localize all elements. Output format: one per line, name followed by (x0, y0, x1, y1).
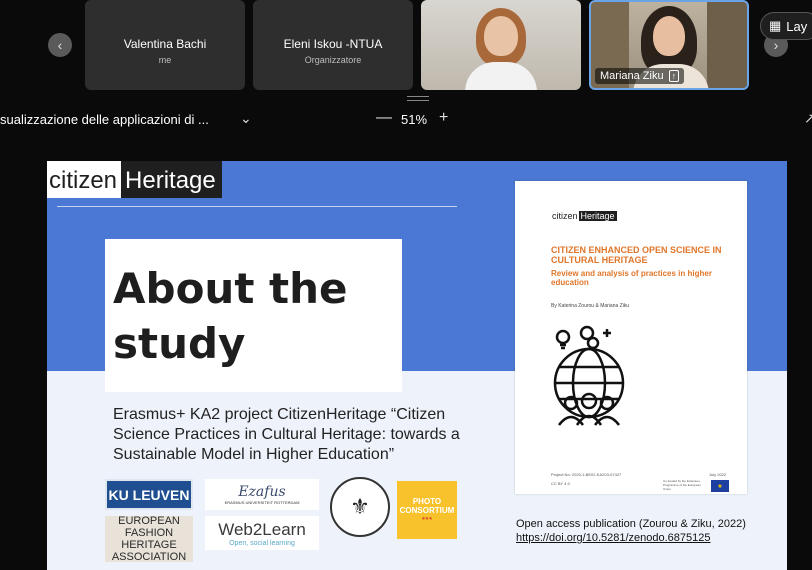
seal-icon: ⚜ (350, 494, 370, 519)
participant-tile-valentina[interactable]: Valentina Bachi me (85, 0, 245, 90)
doc-license: CC BY 4.0 (551, 481, 570, 486)
doc-project-number: Project No: 2020-1-BE02-KA203-07427 (551, 472, 622, 477)
calendar-icon: ▦ (769, 18, 782, 33)
participant-name: Valentina Bachi (123, 37, 207, 51)
participant-role: Organizzatore (304, 55, 362, 65)
layout-button[interactable]: ▦ Lay (760, 12, 812, 40)
efha-logo: EUROPEAN FASHION HERITAGE ASSOCIATION (105, 515, 193, 563)
web2learn-text: Web2Learn (218, 519, 306, 539)
meeting-window: ‹ Valentina Bachi me Eleni Iskou -NTUA O… (0, 0, 812, 570)
erasmus-university-logo: Ezafus ERASMUS UNIVERSITEIT ROTTERDAM (205, 479, 319, 510)
participant-name-label: Mariana Ziku ↑ (595, 68, 685, 84)
divider (57, 206, 457, 207)
doc-logo: citizen Heritage (551, 211, 617, 221)
participant-tile-eleni[interactable]: Eleni Iskou -NTUA Organizzatore (253, 0, 413, 90)
photo-consortium-logo: PHOTO CONSORTIUM ●●● (397, 481, 457, 539)
publication-cover: citizen Heritage CITIZEN ENHANCED OPEN S… (515, 181, 747, 494)
screen-share-icon: ↑ (668, 70, 680, 82)
zoom-out-button[interactable]: — (376, 109, 392, 127)
prev-participants-button[interactable]: ‹ (48, 33, 72, 57)
web2learn-logo: Web2Learn Open, social learning (205, 516, 319, 550)
ku-leuven-text: KU LEUVEN (108, 486, 190, 503)
doi-link[interactable]: https://doi.org/10.5281/zenodo.6875125 (516, 532, 711, 544)
participant-name: Mariana Ziku (600, 70, 664, 82)
dots-icon: ●●● (421, 515, 433, 522)
participant-name: Eleni Iskou -NTUA (283, 37, 383, 51)
chevron-down-icon[interactable]: ⌄ (240, 110, 252, 127)
ku-leuven-logo: KU LEUVEN (105, 479, 193, 510)
zoom-level: 51% (401, 112, 428, 127)
publication-label: Open access publication (Zourou & Ziku, … (516, 518, 746, 530)
web2learn-subtext: Open, social learning (229, 539, 295, 547)
logo-heritage: Heritage (121, 161, 222, 198)
more-icon[interactable]: ↗ (804, 110, 812, 127)
project-description: Erasmus+ KA2 project CitizenHeritage “Ci… (113, 406, 460, 463)
participant-video-tile[interactable] (421, 0, 581, 90)
erasmus-script: Ezafus (238, 484, 286, 500)
doc-logo-heritage: Heritage (578, 211, 617, 221)
shared-content-title: sualizzazione delle applicazioni di ... (0, 112, 209, 127)
photo-consortium-text: PHOTO CONSORTIUM (399, 496, 455, 515)
participant-video (421, 0, 581, 90)
participant-role: me (158, 55, 172, 65)
doc-authors: By Katerina Zourou & Mariana Ziku (551, 303, 630, 309)
citizenheritage-logo: citizen Heritage (47, 161, 222, 198)
efha-text: EUROPEAN FASHION HERITAGE ASSOCIATION (111, 515, 187, 563)
shared-slide: citizen Heritage About the study Erasmus… (47, 161, 787, 570)
globe-people-icon (553, 325, 625, 426)
doc-title: CITIZEN ENHANCED OPEN SCIENCE IN CULTURA… (551, 245, 722, 265)
layout-button-label: Lay (786, 18, 808, 34)
resize-handle[interactable] (407, 96, 429, 101)
logo-citizen: citizen (47, 161, 122, 198)
eu-flag-icon: ★ (711, 480, 729, 492)
chevron-left-icon: ‹ (57, 37, 63, 53)
ntua-seal-logo: ⚜ (330, 477, 390, 537)
doc-eu-text: Co-funded by the Erasmus+ Programme of t… (663, 479, 701, 491)
doc-date: July 2022 (709, 472, 727, 477)
heading-box: About the study (105, 239, 402, 392)
doc-logo-citizen: citizen (552, 211, 578, 221)
slide-heading: About the study (113, 264, 348, 368)
erasmus-subtext: ERASMUS UNIVERSITEIT ROTTERDAM (224, 500, 300, 505)
zoom-in-button[interactable]: + (439, 109, 448, 127)
participant-video-tile-mariana[interactable]: Mariana Ziku ↑ (589, 0, 749, 90)
doc-subtitle: Review and analysis of practices in high… (551, 269, 712, 287)
